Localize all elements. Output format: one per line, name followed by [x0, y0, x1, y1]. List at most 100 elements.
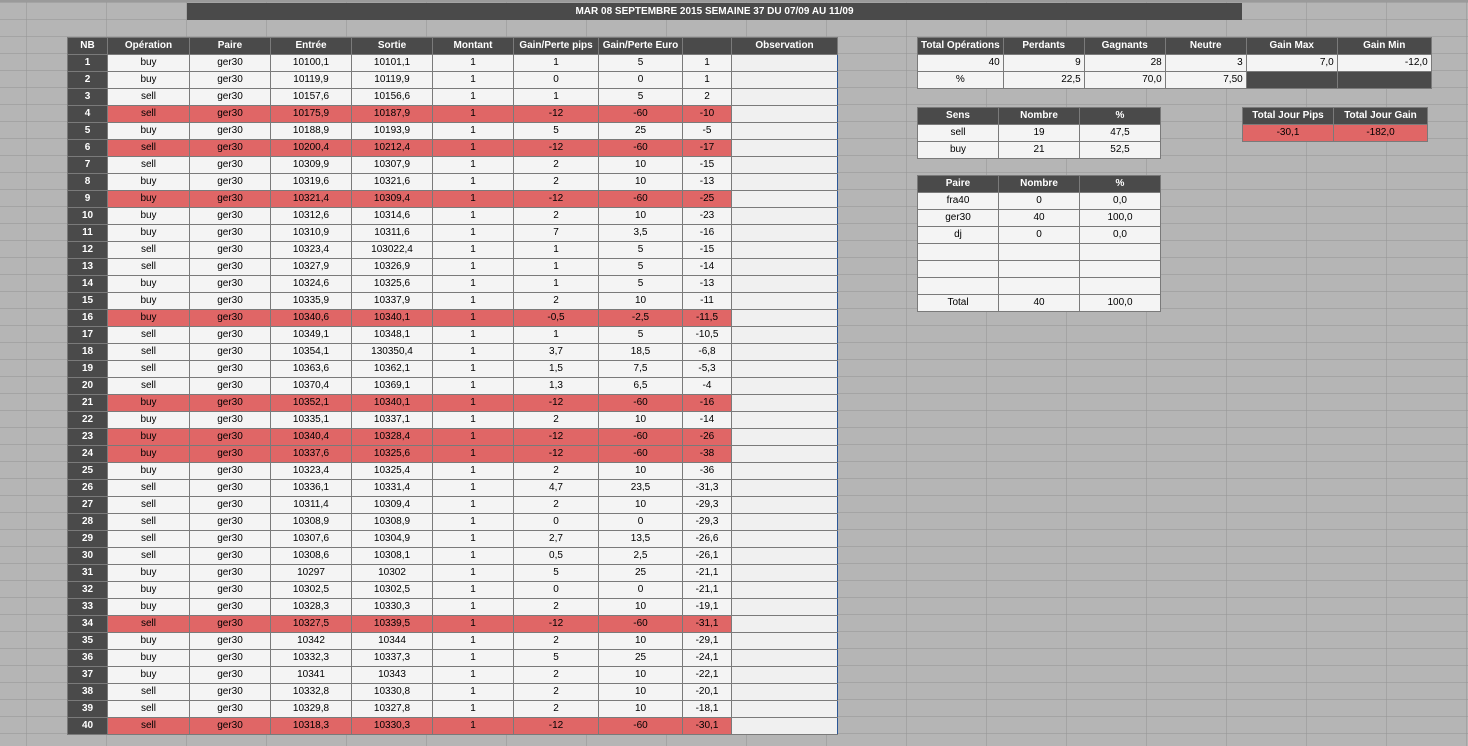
cell-sortie[interactable]: 10340,1: [351, 394, 433, 412]
cell-gain-euro[interactable]: 2,5: [598, 547, 683, 565]
cell-paire[interactable]: ger30: [189, 598, 271, 616]
cell-nombre[interactable]: 40: [998, 209, 1080, 227]
cell-paire[interactable]: ger30: [189, 71, 271, 89]
cell-cumulative[interactable]: -26,1: [682, 547, 732, 565]
cell-operation[interactable]: sell: [107, 496, 190, 514]
cell-nb[interactable]: 26: [67, 479, 108, 497]
cell-observation[interactable]: [731, 360, 838, 378]
cell-gain-euro[interactable]: 0: [598, 581, 683, 599]
cell-sortie[interactable]: 10325,6: [351, 445, 433, 463]
cell-nb[interactable]: 18: [67, 343, 108, 361]
cell-gain-pips[interactable]: 0: [513, 581, 599, 599]
cell-observation[interactable]: [731, 326, 838, 344]
cell-gagnants[interactable]: 28: [1083, 54, 1166, 72]
header-gain-pips[interactable]: Gain/Perte pips: [513, 37, 599, 55]
cell-gain-pips[interactable]: 2: [513, 683, 599, 701]
cell-empty[interactable]: [998, 260, 1080, 278]
cell-gain-euro[interactable]: 10: [598, 156, 683, 174]
cell-montant[interactable]: 1: [432, 275, 514, 293]
cell-entree[interactable]: 10200,4: [270, 139, 352, 157]
cell-observation[interactable]: [731, 496, 838, 514]
cell-observation[interactable]: [731, 615, 838, 633]
cell-gain-pips[interactable]: 7: [513, 224, 599, 242]
cell-operation[interactable]: sell: [107, 377, 190, 395]
cell-pct-label[interactable]: %: [917, 71, 1004, 89]
cell-montant[interactable]: 1: [432, 411, 514, 429]
cell-entree[interactable]: 10308,9: [270, 513, 352, 531]
cell-gain-euro[interactable]: -60: [598, 394, 683, 412]
cell-entree[interactable]: 10340,6: [270, 309, 352, 327]
header-total-operations[interactable]: Total Opérations: [917, 37, 1004, 55]
cell-gain-pips[interactable]: 2: [513, 462, 599, 480]
cell-empty[interactable]: [998, 277, 1080, 295]
cell-montant[interactable]: 1: [432, 122, 514, 140]
cell-paire[interactable]: fra40: [917, 192, 999, 210]
cell-gain-euro[interactable]: 25: [598, 122, 683, 140]
cell-operation[interactable]: sell: [107, 258, 190, 276]
cell-entree[interactable]: 10342: [270, 632, 352, 650]
cell-gain-pips[interactable]: -12: [513, 717, 599, 735]
cell-sortie[interactable]: 10321,6: [351, 173, 433, 191]
cell-nb[interactable]: 21: [67, 394, 108, 412]
cell-total-nombre[interactable]: 40: [998, 294, 1080, 312]
cell-montant[interactable]: 1: [432, 88, 514, 106]
cell-entree[interactable]: 10329,8: [270, 700, 352, 718]
cell-entree[interactable]: 10354,1: [270, 343, 352, 361]
cell-paire[interactable]: ger30: [189, 88, 271, 106]
cell-operation[interactable]: sell: [107, 683, 190, 701]
cell-cumulative[interactable]: -13: [682, 173, 732, 191]
cell-cumulative[interactable]: -16: [682, 394, 732, 412]
cell-gain-euro[interactable]: 0: [598, 513, 683, 531]
cell-paire[interactable]: dj: [917, 226, 999, 244]
cell-observation[interactable]: [731, 598, 838, 616]
cell-observation[interactable]: [731, 445, 838, 463]
cell-gain-pips[interactable]: 2: [513, 156, 599, 174]
cell-montant[interactable]: 1: [432, 428, 514, 446]
cell-montant[interactable]: 1: [432, 326, 514, 344]
cell-entree[interactable]: 10335,1: [270, 411, 352, 429]
cell-montant[interactable]: 1: [432, 632, 514, 650]
cell-montant[interactable]: 1: [432, 479, 514, 497]
cell-operation[interactable]: buy: [107, 394, 190, 412]
cell-sortie[interactable]: 10330,8: [351, 683, 433, 701]
cell-cumulative[interactable]: -21,1: [682, 564, 732, 582]
cell-empty[interactable]: [1079, 277, 1161, 295]
cell-gain-pips[interactable]: 2: [513, 292, 599, 310]
cell-observation[interactable]: [731, 207, 838, 225]
cell-paire[interactable]: ger30: [189, 581, 271, 599]
header-percent[interactable]: %: [1079, 175, 1161, 193]
cell-observation[interactable]: [731, 649, 838, 667]
cell-nb[interactable]: 17: [67, 326, 108, 344]
cell-nb[interactable]: 38: [67, 683, 108, 701]
cell-sortie[interactable]: 10337,9: [351, 292, 433, 310]
cell-gain-pips[interactable]: 3,7: [513, 343, 599, 361]
cell-paire[interactable]: ger30: [189, 496, 271, 514]
cell-nb[interactable]: 10: [67, 207, 108, 225]
cell-observation[interactable]: [731, 275, 838, 293]
cell-paire[interactable]: ger30: [189, 649, 271, 667]
cell-operation[interactable]: sell: [107, 717, 190, 735]
cell-gain-pips[interactable]: -12: [513, 394, 599, 412]
cell-pct-gagnants[interactable]: 70,0: [1083, 71, 1166, 89]
cell-nb[interactable]: 14: [67, 275, 108, 293]
cell-gain-pips[interactable]: -12: [513, 190, 599, 208]
cell-gain-euro[interactable]: 25: [598, 649, 683, 667]
cell-observation[interactable]: [731, 88, 838, 106]
cell-cumulative[interactable]: -31,1: [682, 615, 732, 633]
cell-sortie[interactable]: 10331,4: [351, 479, 433, 497]
cell-sortie[interactable]: 10309,4: [351, 190, 433, 208]
cell-operation[interactable]: sell: [107, 615, 190, 633]
header-cumulative[interactable]: [682, 37, 732, 55]
cell-cumulative[interactable]: -25: [682, 190, 732, 208]
cell-nb[interactable]: 6: [67, 139, 108, 157]
cell-paire[interactable]: ger30: [189, 394, 271, 412]
cell-operation[interactable]: buy: [107, 275, 190, 293]
cell-cumulative[interactable]: -10,5: [682, 326, 732, 344]
cell-cumulative[interactable]: -15: [682, 156, 732, 174]
cell-paire[interactable]: ger30: [189, 241, 271, 259]
header-gagnants[interactable]: Gagnants: [1083, 37, 1166, 55]
cell-sortie[interactable]: 10328,4: [351, 428, 433, 446]
cell-cumulative[interactable]: -21,1: [682, 581, 732, 599]
cell-nb[interactable]: 31: [67, 564, 108, 582]
header-operation[interactable]: Opération: [107, 37, 190, 55]
